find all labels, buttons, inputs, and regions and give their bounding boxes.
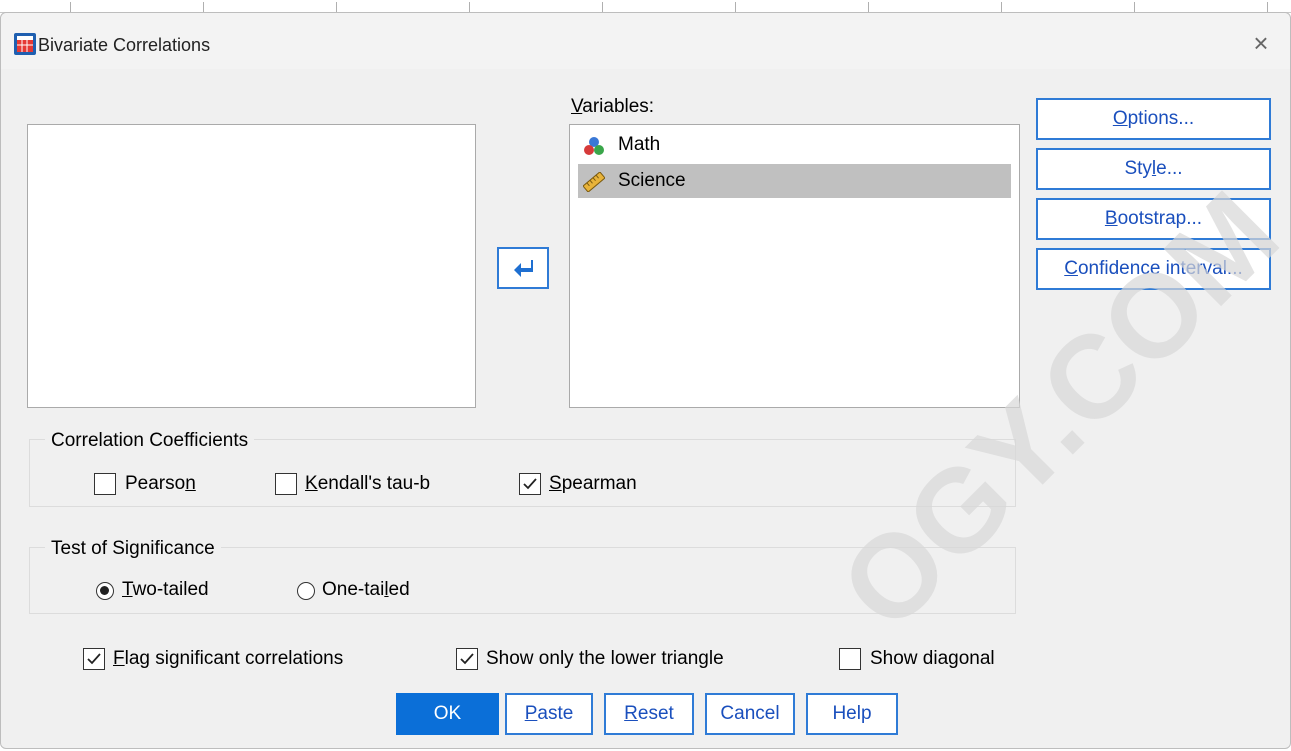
variables-list[interactable]: Math Science (569, 124, 1020, 408)
dialog-title: Bivariate Correlations (38, 35, 211, 55)
spearman-checkbox[interactable] (519, 473, 541, 495)
flag-significant-checkbox[interactable] (83, 648, 105, 670)
title-bar[interactable]: Bivariate Correlations × (1, 13, 1290, 69)
paste-button[interactable]: Paste (505, 693, 593, 735)
test-of-significance-title: Test of Significance (45, 538, 221, 560)
nominal-icon (584, 137, 604, 155)
two-tailed-radio[interactable] (96, 582, 114, 600)
ruler-tick (336, 2, 337, 12)
ruler-tick (602, 2, 603, 12)
check-icon (523, 478, 537, 490)
two-tailed-label[interactable]: Two-tailed (122, 579, 209, 601)
variable-item-science[interactable]: Science (578, 164, 1011, 198)
variables-label: Variables: (571, 96, 655, 117)
source-variable-list[interactable] (27, 124, 476, 408)
close-icon[interactable]: × (1247, 29, 1275, 57)
variable-label: Math (618, 134, 661, 155)
options-button[interactable]: Options... (1036, 98, 1271, 140)
spearman-label[interactable]: Spearman (549, 473, 637, 495)
bivariate-correlations-dialog: Bivariate Correlations × Variables: Math (0, 12, 1291, 749)
pearson-checkbox[interactable] (94, 473, 116, 495)
one-tailed-label[interactable]: One-tailed (322, 579, 410, 601)
ruler-tick (868, 2, 869, 12)
check-icon (87, 653, 101, 665)
move-variable-button[interactable] (497, 247, 549, 289)
scale-icon (583, 172, 605, 192)
confidence-interval-button[interactable]: Confidence interval... (1036, 248, 1271, 290)
variable-item-math[interactable]: Math (578, 128, 1011, 162)
show-diagonal-label[interactable]: Show diagonal (870, 648, 995, 670)
kendall-checkbox[interactable] (275, 473, 297, 495)
ruler-tick (469, 2, 470, 12)
ruler-tick (203, 2, 204, 12)
ruler-tick (1267, 2, 1268, 12)
lower-triangle-label[interactable]: Show only the lower triangle (486, 648, 724, 670)
one-tailed-radio[interactable] (297, 582, 315, 600)
variable-label: Science (618, 170, 686, 191)
flag-significant-label[interactable]: Flag significant correlations (113, 648, 343, 670)
pearson-label[interactable]: Pearson (125, 473, 196, 495)
ruler-tick (70, 2, 71, 12)
style-button[interactable]: Style... (1036, 148, 1271, 190)
correlation-coefficients-title: Correlation Coefficients (45, 430, 255, 452)
check-icon (460, 653, 474, 665)
lower-triangle-checkbox[interactable] (456, 648, 478, 670)
spss-app-icon (14, 33, 36, 55)
radio-dot (100, 586, 109, 595)
ruler-tick (735, 2, 736, 12)
ok-button[interactable]: OK (396, 693, 499, 735)
reset-button[interactable]: Reset (604, 693, 694, 735)
bootstrap-button[interactable]: Bootstrap... (1036, 198, 1271, 240)
ruler-tick (1134, 2, 1135, 12)
arrow-left-icon (514, 260, 533, 277)
cancel-button[interactable]: Cancel (705, 693, 795, 735)
kendall-label[interactable]: Kendall's tau-b (305, 473, 430, 495)
ruler-tick (1001, 2, 1002, 12)
help-button[interactable]: Help (806, 693, 898, 735)
show-diagonal-checkbox[interactable] (839, 648, 861, 670)
